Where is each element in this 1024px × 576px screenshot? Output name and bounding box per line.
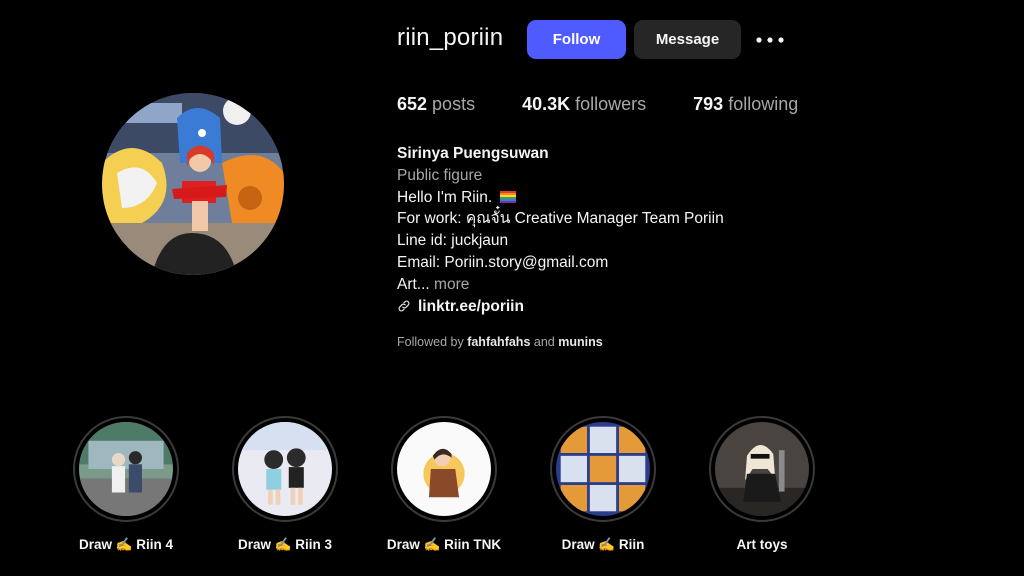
followers-stat[interactable]: 40.3K followers (522, 94, 646, 115)
highlight-cover (709, 416, 815, 522)
following-label: following (728, 94, 799, 114)
highlight-label: Draw ✍️ Riin TNK (386, 537, 502, 552)
followed-by-joiner: and (533, 335, 555, 349)
followed-by[interactable]: Followed by fahfahfahs and munins (397, 335, 603, 349)
rainbow-flag-icon (500, 190, 517, 203)
highlight-thumbnail (397, 422, 491, 516)
message-button[interactable]: Message (634, 20, 741, 59)
bio-greeting-text: Hello I'm Riin. (397, 188, 493, 206)
profile-page: riin_poriin Follow Message 652 posts 40.3… (0, 0, 1024, 576)
category-label: Public figure (397, 166, 483, 184)
avatar-photo (102, 93, 284, 275)
highlight-thumbnail (79, 422, 173, 516)
profile-stats: 652 posts 40.3K followers 793 following (397, 94, 845, 115)
posts-label: posts (432, 94, 476, 114)
link-icon (398, 301, 410, 312)
more-options-icon[interactable] (754, 28, 786, 52)
highlight-label: Draw ✍️ Riin 3 (237, 537, 333, 552)
bio-line-greeting: Hello I'm Riin. (397, 187, 957, 209)
external-link[interactable]: linktr.ee/poriin (397, 296, 957, 318)
follow-button[interactable]: Follow (527, 20, 626, 59)
followers-count: 40.3K (522, 94, 571, 114)
posts-count: 652 (397, 94, 428, 114)
highlight-thumbnail (238, 422, 332, 516)
highlight-cover (550, 416, 656, 522)
bio-line-art: Art... more (397, 274, 957, 296)
story-highlights: Draw ✍️ Riin 4 Draw ✍️ Riin 3 Draw ✍️ Ri… (0, 416, 1024, 566)
posts-stat: 652 posts (397, 94, 475, 115)
highlight-cover (391, 416, 497, 522)
profile-avatar[interactable] (102, 93, 284, 275)
highlight-label: Draw ✍️ Riin (561, 537, 645, 552)
highlight-label: Art toys (736, 537, 788, 552)
profile-bio: Sirinya Puengsuwan Public figure Hello I… (397, 143, 957, 317)
bio-more-link[interactable]: more (434, 276, 469, 293)
followed-by-prefix: Followed by (397, 335, 464, 349)
following-stat[interactable]: 793 following (693, 94, 798, 115)
bio-art-text: Art... (397, 275, 430, 293)
followed-by-user1[interactable]: fahfahfahs (467, 335, 530, 349)
highlight-thumbnail (715, 422, 809, 516)
following-count: 793 (693, 94, 724, 114)
bio-line-email: Email: Poriin.story@gmail.com (397, 253, 609, 271)
external-link-text: linktr.ee/poriin (418, 297, 524, 315)
username: riin_poriin (397, 24, 504, 51)
followers-label: followers (575, 94, 647, 114)
bio-line-work: For work: คุณจั๋น Creative Manager Team … (397, 210, 724, 228)
highlight-label: Draw ✍️ Riin 4 (78, 537, 174, 552)
followed-by-user2[interactable]: munins (558, 335, 602, 349)
highlight-cover (232, 416, 338, 522)
full-name: Sirinya Puengsuwan (397, 145, 549, 162)
highlight-thumbnail (556, 422, 650, 516)
bio-line-lineid: Line id: juckjaun (397, 232, 509, 250)
highlight-cover (73, 416, 179, 522)
